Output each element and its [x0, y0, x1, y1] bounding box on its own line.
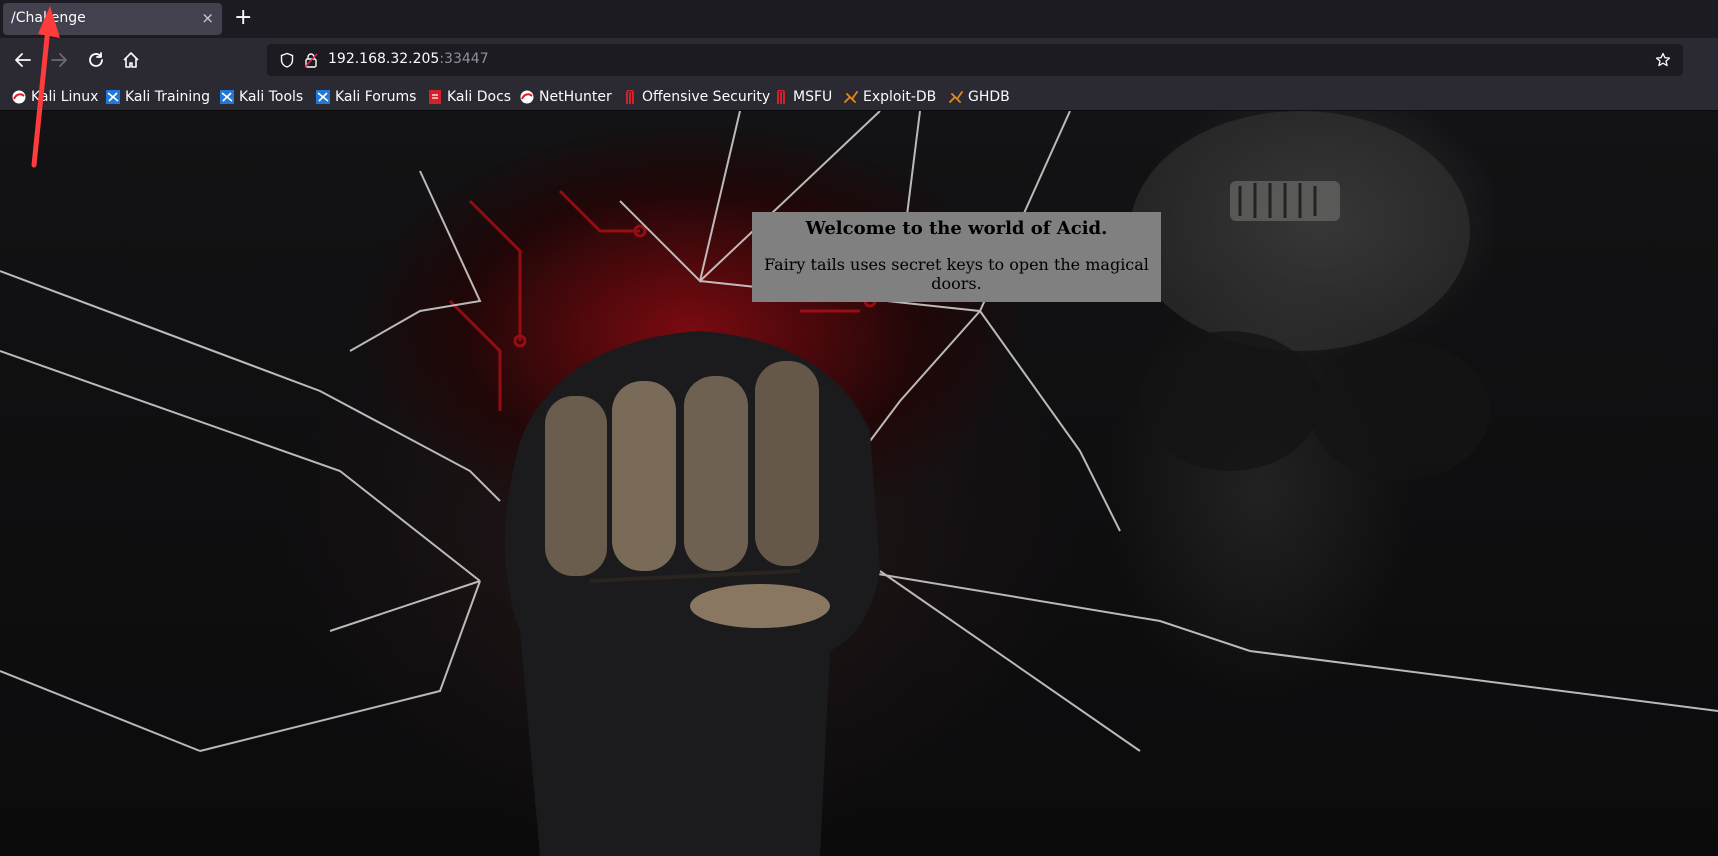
bookmark-kali-tools[interactable]: Kali Tools	[220, 87, 303, 107]
bookmark-label: Kali Tools	[239, 89, 304, 105]
bookmark-label: Exploit-DB	[863, 89, 937, 105]
ghdb-icon	[949, 90, 963, 104]
bookmark-label: GHDB	[968, 89, 1010, 105]
msfu-icon	[774, 89, 788, 104]
fist-artwork	[505, 331, 880, 856]
kali-docs-icon	[428, 90, 442, 104]
url-bar[interactable]: 192.168.32.205:33447	[267, 44, 1683, 76]
home-button[interactable]	[119, 48, 143, 72]
bookmark-label: NetHunter	[539, 89, 612, 105]
bookmark-label: Kali Training	[125, 89, 210, 105]
exploitdb-icon	[844, 90, 858, 104]
insecure-lock-icon[interactable]	[303, 52, 319, 68]
kali-tools-icon	[220, 90, 234, 104]
new-tab-button[interactable]: +	[234, 4, 252, 32]
shield-icon[interactable]	[279, 52, 295, 68]
bookmark-ghdb[interactable]: GHDB	[949, 87, 1010, 107]
bookmark-kali-training[interactable]: Kali Training	[106, 87, 210, 107]
home-icon	[123, 52, 139, 68]
bookmark-exploit-db[interactable]: Exploit-DB	[844, 87, 936, 107]
bookmark-nethunter[interactable]: NetHunter	[520, 87, 612, 107]
skull-artwork	[1130, 111, 1490, 481]
bookmark-offensive-security[interactable]: Offensive Security	[623, 87, 770, 107]
kali-training-icon	[106, 90, 120, 104]
navigation-bar: 192.168.32.205:33447	[0, 38, 1718, 83]
bookmarks-toolbar: Kali Linux Kali Training Kali Tools Kali…	[0, 83, 1718, 111]
close-icon[interactable]: ×	[201, 9, 214, 27]
bookmark-msfu[interactable]: MSFU	[774, 87, 832, 107]
page-content: Welcome to the world of Acid. Fairy tail…	[0, 111, 1718, 856]
url-host: 192.168.32.205	[328, 51, 440, 67]
url-port: :33447	[439, 51, 489, 67]
kali-forums-icon	[316, 90, 330, 104]
annotation-arrow	[31, 6, 60, 168]
nethunter-icon	[520, 90, 534, 104]
welcome-text: Fairy tails uses secret keys to open the…	[764, 255, 1149, 293]
bookmark-label: MSFU	[793, 89, 833, 105]
url-text[interactable]: 192.168.32.205:33447	[328, 51, 489, 67]
bookmark-label: Kali Docs	[447, 89, 512, 105]
reload-icon	[89, 52, 103, 67]
bookmark-kali-forums[interactable]: Kali Forums	[316, 87, 416, 107]
bookmark-label: Offensive Security	[642, 89, 771, 105]
welcome-title: Welcome to the world of Acid.	[805, 218, 1108, 239]
reload-button[interactable]	[84, 48, 108, 72]
welcome-box: Welcome to the world of Acid. Fairy tail…	[752, 212, 1161, 302]
offsec-icon	[623, 89, 637, 104]
star-icon[interactable]	[1655, 52, 1671, 68]
bookmark-label: Kali Forums	[335, 89, 417, 105]
bookmark-kali-docs[interactable]: Kali Docs	[428, 87, 511, 107]
tab-strip: /Challenge × +	[0, 0, 1718, 38]
